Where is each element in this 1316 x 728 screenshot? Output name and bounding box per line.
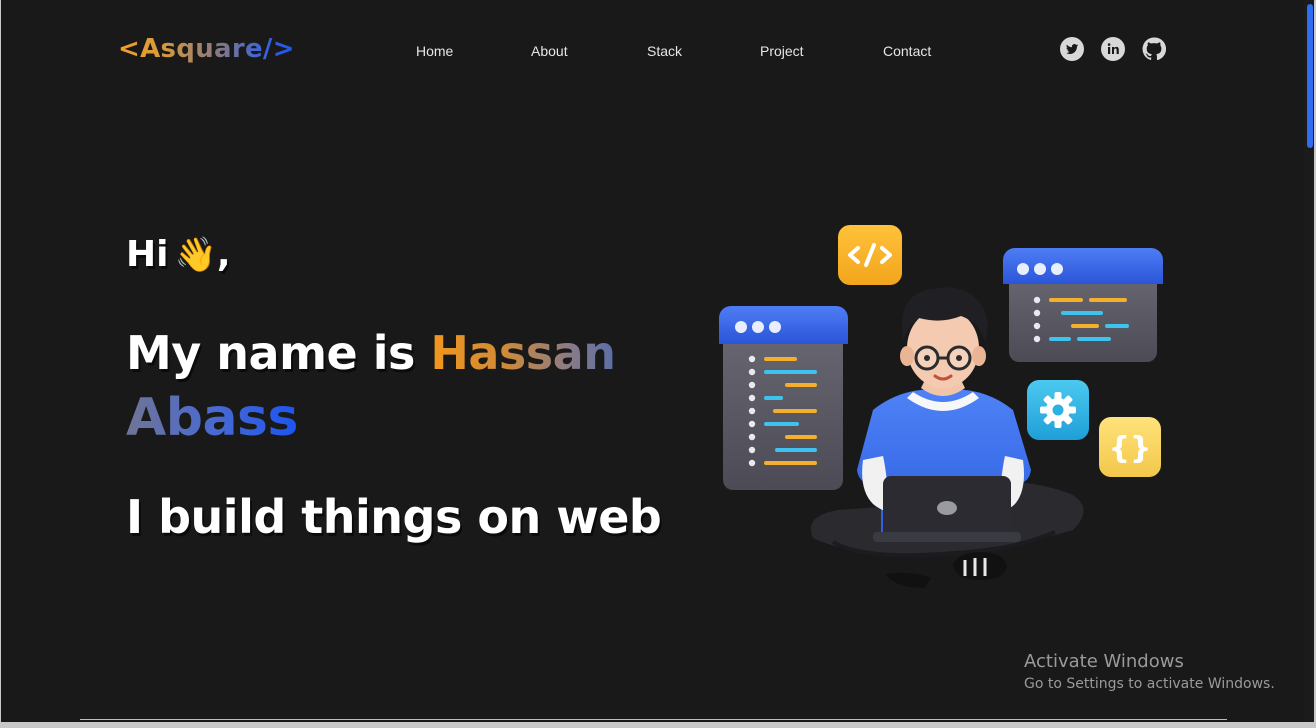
hero-name-line: My name is Hassan bbox=[126, 326, 616, 380]
twitter-icon[interactable] bbox=[1060, 37, 1084, 61]
left-code-window bbox=[719, 306, 848, 490]
vertical-scrollbar[interactable] bbox=[1304, 0, 1314, 722]
windows-activation-watermark: Activate Windows Go to Settings to activ… bbox=[1024, 651, 1275, 692]
developer-illustration: {} bbox=[719, 225, 1163, 588]
nav-about-link[interactable]: About bbox=[531, 43, 568, 59]
code-tag-bubble bbox=[838, 225, 902, 285]
laptop bbox=[873, 476, 1021, 542]
greeting-comma: , bbox=[216, 234, 231, 275]
nav-contact-link[interactable]: Contact bbox=[883, 43, 931, 59]
watermark-subtitle: Go to Settings to activate Windows. bbox=[1024, 676, 1275, 692]
watermark-title: Activate Windows bbox=[1024, 651, 1184, 672]
portfolio-page: <Asquare/> Home About Stack Project Cont… bbox=[1, 0, 1314, 722]
linkedin-icon[interactable] bbox=[1101, 37, 1125, 61]
hero-greeting: Hi 👋, bbox=[126, 234, 231, 275]
first-name: Hassan bbox=[430, 326, 616, 380]
svg-text:{}: {} bbox=[1109, 431, 1152, 466]
nav-home-link[interactable]: Home bbox=[416, 43, 453, 59]
right-code-window bbox=[1003, 248, 1163, 362]
hero-last-name-line: Abass bbox=[126, 388, 298, 448]
hero-tagline: I build things on web bbox=[126, 490, 662, 544]
braces-bubble: {} bbox=[1099, 417, 1161, 477]
waving-hand-emoji: 👋 bbox=[174, 235, 217, 275]
scrollbar-thumb[interactable] bbox=[1307, 4, 1313, 148]
gear-bubble bbox=[1027, 380, 1089, 440]
nav-stack-link[interactable]: Stack bbox=[647, 43, 682, 59]
greeting-text: Hi bbox=[126, 234, 169, 275]
name-prefix: My name is bbox=[126, 326, 415, 380]
section-divider bbox=[80, 719, 1227, 720]
nav-project-link[interactable]: Project bbox=[760, 43, 804, 59]
github-icon[interactable] bbox=[1142, 37, 1166, 61]
last-name: Abass bbox=[126, 388, 298, 448]
